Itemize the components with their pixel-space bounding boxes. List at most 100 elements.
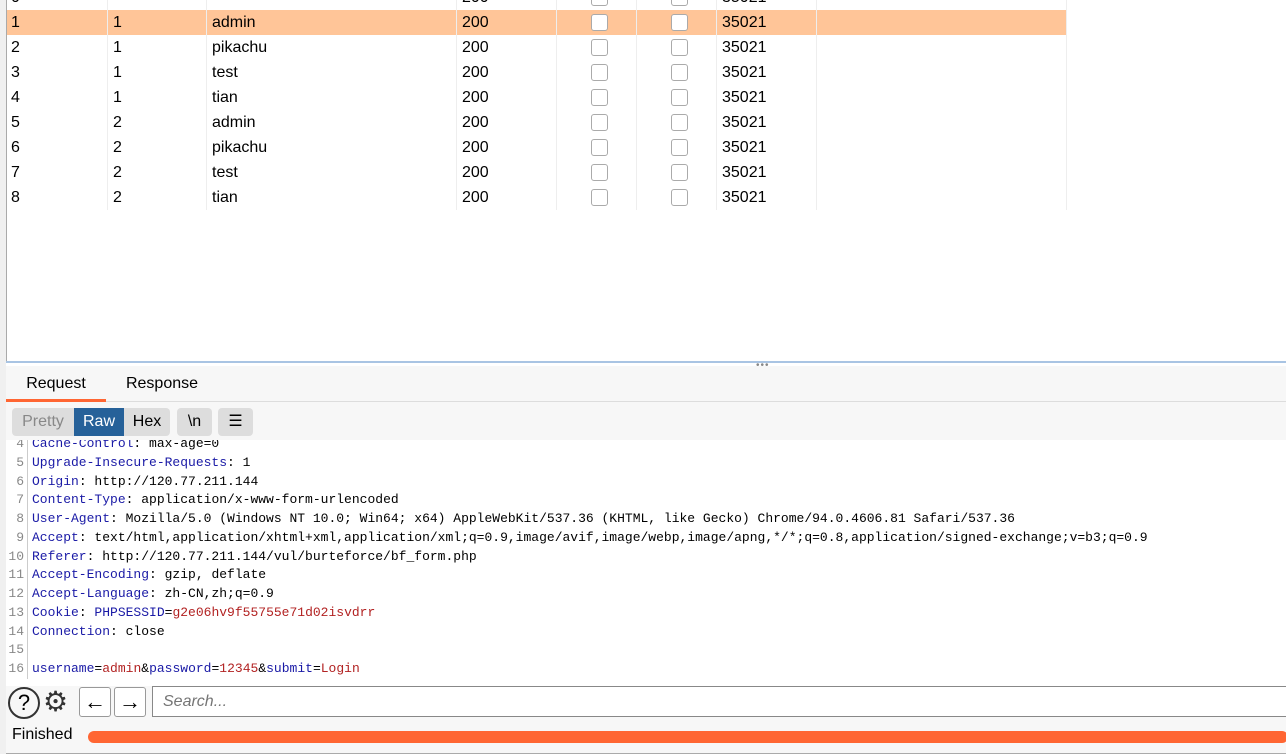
- length-cell: 35021: [717, 185, 817, 210]
- timeout-checkbox[interactable]: [671, 39, 688, 56]
- request-cell: 3: [7, 60, 108, 85]
- header-value: : close: [110, 623, 165, 639]
- table-row[interactable]: 0 200 35021: [7, 0, 1067, 10]
- payload-cell: test: [207, 160, 457, 185]
- request-cell: 4: [7, 85, 108, 110]
- timeout-checkbox[interactable]: [671, 189, 688, 206]
- header-value: &: [258, 661, 267, 676]
- comment-cell: [817, 110, 1067, 135]
- length-text: 35021: [722, 114, 767, 131]
- position-cell: 2: [108, 110, 207, 135]
- length-text: 35021: [722, 64, 767, 81]
- header-name: PHPSESSID: [94, 604, 165, 620]
- error-cell: [557, 10, 637, 35]
- header-name: submit: [266, 661, 313, 676]
- table-row[interactable]: 6 2 pikachu 200 35021: [7, 135, 1067, 160]
- header-name: username: [32, 661, 95, 676]
- menu-button[interactable]: ☰: [218, 408, 253, 436]
- length-cell: 35021: [717, 135, 817, 160]
- raw-button[interactable]: Raw: [74, 408, 124, 436]
- error-cell: [557, 135, 637, 160]
- editor-line: 15: [6, 641, 1286, 660]
- error-checkbox[interactable]: [591, 64, 608, 81]
- request-editor[interactable]: 4 Cache-Control: max-age=0 5 Upgrade-Insecu…: [6, 440, 1286, 686]
- pane-splitter[interactable]: [6, 361, 1286, 363]
- hex-button[interactable]: Hex: [124, 408, 170, 436]
- timeout-cell: [637, 160, 717, 185]
- error-cell: [557, 110, 637, 135]
- timeout-checkbox[interactable]: [671, 89, 688, 106]
- previous-button[interactable]: ←: [79, 687, 111, 717]
- status-cell: 200: [457, 135, 557, 160]
- length-text: 35021: [722, 139, 767, 156]
- length-cell: 35021: [717, 35, 817, 60]
- newline-toggle-button[interactable]: \n: [177, 408, 212, 436]
- timeout-checkbox[interactable]: [671, 64, 688, 81]
- error-checkbox[interactable]: [591, 164, 608, 181]
- tab-request[interactable]: Request: [6, 366, 106, 402]
- status-text: 200: [462, 164, 489, 181]
- error-checkbox[interactable]: [591, 14, 608, 31]
- timeout-cell: [637, 35, 717, 60]
- table-row[interactable]: 8 2 tian 200 35021: [7, 185, 1067, 210]
- pretty-button[interactable]: Pretty: [12, 408, 74, 436]
- table-row[interactable]: 1 1 admin 200 35021: [7, 10, 1067, 35]
- help-icon[interactable]: ?: [8, 687, 40, 719]
- request-text: 1: [11, 14, 20, 31]
- table-row[interactable]: 3 1 test 200 35021: [7, 60, 1067, 85]
- header-value: : http://120.77.211.144: [78, 473, 259, 489]
- next-button[interactable]: →: [114, 687, 146, 717]
- comment-cell: [817, 160, 1067, 185]
- request-cell: 7: [7, 160, 108, 185]
- line-number: 11: [6, 566, 28, 585]
- error-checkbox[interactable]: [591, 114, 608, 131]
- payload-cell: admin: [207, 110, 457, 135]
- position-text: 2: [113, 139, 122, 156]
- status-text: 200: [462, 39, 489, 56]
- timeout-checkbox[interactable]: [671, 164, 688, 181]
- settings-gear-icon[interactable]: ⚙: [43, 686, 68, 718]
- table-row[interactable]: 5 2 admin 200 35021: [7, 110, 1067, 135]
- comment-cell: [817, 0, 1067, 10]
- length-cell: 35021: [717, 160, 817, 185]
- table-row[interactable]: 7 2 test 200 35021: [7, 160, 1067, 185]
- payload-cell: admin: [207, 10, 457, 35]
- status-text: 200: [462, 139, 489, 156]
- header-value: : application/x-www-form-urlencoded: [125, 492, 399, 508]
- timeout-checkbox[interactable]: [671, 0, 688, 6]
- arrow-right-icon: →: [119, 689, 141, 714]
- error-checkbox[interactable]: [591, 89, 608, 106]
- status-cell: 200: [457, 85, 557, 110]
- payload-text: admin: [212, 114, 256, 131]
- error-checkbox[interactable]: [591, 0, 608, 6]
- request-cell: 0: [7, 0, 108, 10]
- line-number: 6: [6, 472, 28, 492]
- search-input[interactable]: [152, 686, 1286, 717]
- table-row[interactable]: 4 1 tian 200 35021: [7, 85, 1067, 110]
- timeout-checkbox[interactable]: [671, 139, 688, 156]
- error-checkbox[interactable]: [591, 189, 608, 206]
- timeout-checkbox[interactable]: [671, 14, 688, 31]
- line-number: 8: [6, 510, 28, 529]
- position-text: 1: [113, 64, 122, 81]
- tab-response[interactable]: Response: [106, 366, 218, 402]
- editor-line: 4 Cache-Control: max-age=0: [6, 440, 1286, 454]
- payload-cell: pikachu: [207, 35, 457, 60]
- status-cell: 200: [457, 10, 557, 35]
- line-number: 7: [6, 491, 28, 510]
- line-number: 16: [6, 660, 28, 679]
- payload-cell: test: [207, 60, 457, 85]
- table-row[interactable]: 2 1 pikachu 200 35021: [7, 35, 1067, 60]
- length-cell: 35021: [717, 10, 817, 35]
- status-text: 200: [462, 14, 489, 31]
- position-cell: 2: [108, 160, 207, 185]
- timeout-checkbox[interactable]: [671, 114, 688, 131]
- position-cell: 1: [108, 85, 207, 110]
- status-text: 200: [462, 89, 489, 106]
- error-checkbox[interactable]: [591, 139, 608, 156]
- error-checkbox[interactable]: [591, 39, 608, 56]
- length-cell: 35021: [717, 0, 817, 10]
- request-text: 7: [11, 164, 20, 181]
- search-toolbar: ? ⚙ ← →: [6, 686, 1286, 720]
- request-text: 8: [11, 189, 20, 206]
